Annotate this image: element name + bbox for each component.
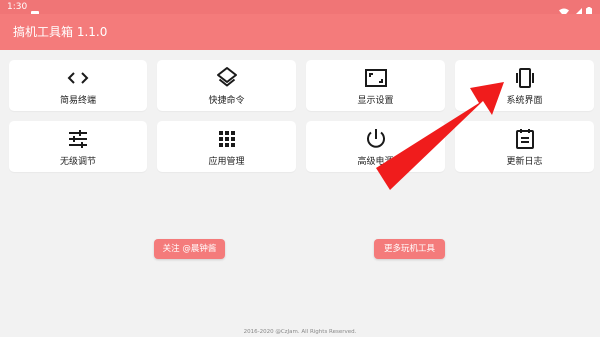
tile-system-ui[interactable]: 系统界面 xyxy=(455,60,594,111)
tile-changelog[interactable]: 更新日志 xyxy=(455,121,594,172)
vibration-icon xyxy=(513,66,537,90)
tile-stepless-adjust[interactable]: 无级调节 xyxy=(9,121,147,172)
app-title: 搞机工具箱 1.1.0 xyxy=(13,25,108,39)
code-icon xyxy=(66,66,90,90)
apps-grid-icon xyxy=(215,127,239,151)
tile-label: 快捷命令 xyxy=(208,96,245,106)
layers-icon xyxy=(215,66,239,90)
tile-label: 简易终端 xyxy=(59,96,96,106)
tune-icon xyxy=(66,127,90,151)
app-bar: 搞机工具箱 1.1.0 xyxy=(0,14,600,50)
tile-label: 更新日志 xyxy=(506,157,543,167)
tile-terminal[interactable]: 简易终端 xyxy=(9,60,147,111)
more-tools-button[interactable]: 更多玩机工具 xyxy=(374,239,445,259)
tile-label: 系统界面 xyxy=(506,96,543,106)
tile-advanced-power[interactable]: 高级电源 xyxy=(306,121,445,172)
tile-display-settings[interactable]: 显示设置 xyxy=(306,60,445,111)
tile-label: 应用管理 xyxy=(208,157,245,167)
tile-app-manager[interactable]: 应用管理 xyxy=(157,121,296,172)
tile-label: 高级电源 xyxy=(357,157,394,167)
tile-label: 显示设置 xyxy=(357,96,394,106)
tool-grid: 简易终端 快捷命令 显示设置 系统界面 无级调节 应用管理 高级电源 更新日志 xyxy=(9,60,594,172)
tile-label: 无级调节 xyxy=(59,157,96,167)
tile-quick-commands[interactable]: 快捷命令 xyxy=(157,60,296,111)
aspect-ratio-icon xyxy=(364,66,388,90)
status-bar: 1:30 xyxy=(0,0,600,18)
status-time: 1:30 xyxy=(7,2,28,12)
follow-author-button[interactable]: 关注 @晨钟酱 xyxy=(154,239,225,259)
power-icon xyxy=(364,127,388,151)
notes-icon xyxy=(513,127,537,151)
copyright-footer: 2016-2020 @CzJam. All Rights Reserved. xyxy=(243,329,357,335)
